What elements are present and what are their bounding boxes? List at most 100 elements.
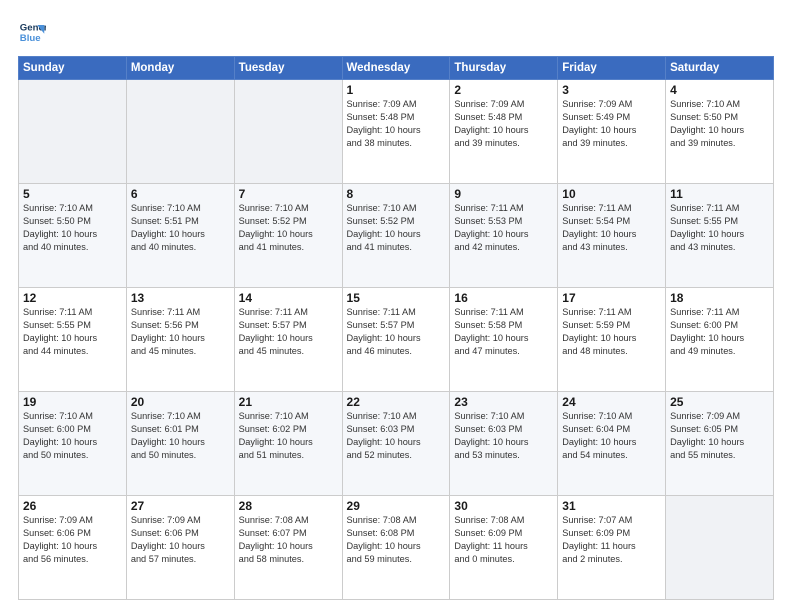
week-row-4: 26Sunrise: 7:09 AM Sunset: 6:06 PM Dayli…: [19, 496, 774, 600]
day-number: 24: [562, 395, 661, 409]
day-info: Sunrise: 7:11 AM Sunset: 5:56 PM Dayligh…: [131, 306, 230, 358]
day-number: 1: [347, 83, 446, 97]
day-info: Sunrise: 7:10 AM Sunset: 6:03 PM Dayligh…: [454, 410, 553, 462]
calendar-cell: 31Sunrise: 7:07 AM Sunset: 6:09 PM Dayli…: [558, 496, 666, 600]
calendar-cell: 14Sunrise: 7:11 AM Sunset: 5:57 PM Dayli…: [234, 288, 342, 392]
calendar-cell: [666, 496, 774, 600]
day-info: Sunrise: 7:10 AM Sunset: 5:50 PM Dayligh…: [670, 98, 769, 150]
day-number: 30: [454, 499, 553, 513]
day-info: Sunrise: 7:08 AM Sunset: 6:08 PM Dayligh…: [347, 514, 446, 566]
week-row-3: 19Sunrise: 7:10 AM Sunset: 6:00 PM Dayli…: [19, 392, 774, 496]
calendar-cell: 11Sunrise: 7:11 AM Sunset: 5:55 PM Dayli…: [666, 184, 774, 288]
day-info: Sunrise: 7:11 AM Sunset: 6:00 PM Dayligh…: [670, 306, 769, 358]
day-number: 11: [670, 187, 769, 201]
calendar-cell: 25Sunrise: 7:09 AM Sunset: 6:05 PM Dayli…: [666, 392, 774, 496]
day-number: 23: [454, 395, 553, 409]
day-info: Sunrise: 7:07 AM Sunset: 6:09 PM Dayligh…: [562, 514, 661, 566]
calendar-cell: [126, 80, 234, 184]
day-number: 22: [347, 395, 446, 409]
day-number: 19: [23, 395, 122, 409]
day-info: Sunrise: 7:09 AM Sunset: 5:49 PM Dayligh…: [562, 98, 661, 150]
day-number: 20: [131, 395, 230, 409]
day-info: Sunrise: 7:10 AM Sunset: 6:02 PM Dayligh…: [239, 410, 338, 462]
calendar-cell: 18Sunrise: 7:11 AM Sunset: 6:00 PM Dayli…: [666, 288, 774, 392]
page: General Blue SundayMondayTuesdayWednesda…: [0, 0, 792, 612]
day-info: Sunrise: 7:11 AM Sunset: 5:57 PM Dayligh…: [347, 306, 446, 358]
weekday-header-sunday: Sunday: [19, 57, 127, 80]
day-number: 18: [670, 291, 769, 305]
calendar-cell: 16Sunrise: 7:11 AM Sunset: 5:58 PM Dayli…: [450, 288, 558, 392]
calendar-cell: 22Sunrise: 7:10 AM Sunset: 6:03 PM Dayli…: [342, 392, 450, 496]
day-info: Sunrise: 7:11 AM Sunset: 5:55 PM Dayligh…: [670, 202, 769, 254]
day-info: Sunrise: 7:10 AM Sunset: 6:04 PM Dayligh…: [562, 410, 661, 462]
calendar-cell: 26Sunrise: 7:09 AM Sunset: 6:06 PM Dayli…: [19, 496, 127, 600]
day-number: 10: [562, 187, 661, 201]
day-number: 16: [454, 291, 553, 305]
week-row-1: 5Sunrise: 7:10 AM Sunset: 5:50 PM Daylig…: [19, 184, 774, 288]
calendar-cell: 6Sunrise: 7:10 AM Sunset: 5:51 PM Daylig…: [126, 184, 234, 288]
day-number: 12: [23, 291, 122, 305]
day-number: 17: [562, 291, 661, 305]
day-number: 31: [562, 499, 661, 513]
calendar-cell: 19Sunrise: 7:10 AM Sunset: 6:00 PM Dayli…: [19, 392, 127, 496]
day-info: Sunrise: 7:10 AM Sunset: 5:50 PM Dayligh…: [23, 202, 122, 254]
calendar-cell: 5Sunrise: 7:10 AM Sunset: 5:50 PM Daylig…: [19, 184, 127, 288]
day-info: Sunrise: 7:09 AM Sunset: 5:48 PM Dayligh…: [454, 98, 553, 150]
day-info: Sunrise: 7:08 AM Sunset: 6:09 PM Dayligh…: [454, 514, 553, 566]
calendar-cell: 23Sunrise: 7:10 AM Sunset: 6:03 PM Dayli…: [450, 392, 558, 496]
day-info: Sunrise: 7:11 AM Sunset: 5:53 PM Dayligh…: [454, 202, 553, 254]
weekday-header-wednesday: Wednesday: [342, 57, 450, 80]
calendar-cell: 29Sunrise: 7:08 AM Sunset: 6:08 PM Dayli…: [342, 496, 450, 600]
day-info: Sunrise: 7:10 AM Sunset: 5:52 PM Dayligh…: [239, 202, 338, 254]
calendar-cell: [19, 80, 127, 184]
weekday-header-tuesday: Tuesday: [234, 57, 342, 80]
logo-icon: General Blue: [18, 18, 46, 46]
calendar-cell: 9Sunrise: 7:11 AM Sunset: 5:53 PM Daylig…: [450, 184, 558, 288]
day-number: 27: [131, 499, 230, 513]
day-info: Sunrise: 7:10 AM Sunset: 5:51 PM Dayligh…: [131, 202, 230, 254]
day-number: 2: [454, 83, 553, 97]
day-number: 29: [347, 499, 446, 513]
day-number: 7: [239, 187, 338, 201]
week-row-2: 12Sunrise: 7:11 AM Sunset: 5:55 PM Dayli…: [19, 288, 774, 392]
day-number: 9: [454, 187, 553, 201]
calendar-cell: 12Sunrise: 7:11 AM Sunset: 5:55 PM Dayli…: [19, 288, 127, 392]
day-info: Sunrise: 7:11 AM Sunset: 5:58 PM Dayligh…: [454, 306, 553, 358]
day-number: 3: [562, 83, 661, 97]
day-number: 15: [347, 291, 446, 305]
weekday-header-friday: Friday: [558, 57, 666, 80]
calendar-cell: 17Sunrise: 7:11 AM Sunset: 5:59 PM Dayli…: [558, 288, 666, 392]
week-row-0: 1Sunrise: 7:09 AM Sunset: 5:48 PM Daylig…: [19, 80, 774, 184]
day-info: Sunrise: 7:11 AM Sunset: 5:54 PM Dayligh…: [562, 202, 661, 254]
calendar-cell: 27Sunrise: 7:09 AM Sunset: 6:06 PM Dayli…: [126, 496, 234, 600]
calendar-cell: 3Sunrise: 7:09 AM Sunset: 5:49 PM Daylig…: [558, 80, 666, 184]
calendar-cell: [234, 80, 342, 184]
calendar-cell: 20Sunrise: 7:10 AM Sunset: 6:01 PM Dayli…: [126, 392, 234, 496]
weekday-header-row: SundayMondayTuesdayWednesdayThursdayFrid…: [19, 57, 774, 80]
weekday-header-monday: Monday: [126, 57, 234, 80]
day-number: 6: [131, 187, 230, 201]
day-info: Sunrise: 7:10 AM Sunset: 5:52 PM Dayligh…: [347, 202, 446, 254]
calendar-cell: 10Sunrise: 7:11 AM Sunset: 5:54 PM Dayli…: [558, 184, 666, 288]
day-number: 4: [670, 83, 769, 97]
weekday-header-thursday: Thursday: [450, 57, 558, 80]
day-info: Sunrise: 7:11 AM Sunset: 5:59 PM Dayligh…: [562, 306, 661, 358]
day-info: Sunrise: 7:08 AM Sunset: 6:07 PM Dayligh…: [239, 514, 338, 566]
calendar-cell: 2Sunrise: 7:09 AM Sunset: 5:48 PM Daylig…: [450, 80, 558, 184]
logo: General Blue: [18, 18, 50, 46]
calendar-cell: 15Sunrise: 7:11 AM Sunset: 5:57 PM Dayli…: [342, 288, 450, 392]
day-info: Sunrise: 7:09 AM Sunset: 6:05 PM Dayligh…: [670, 410, 769, 462]
svg-text:Blue: Blue: [20, 33, 41, 44]
day-info: Sunrise: 7:09 AM Sunset: 6:06 PM Dayligh…: [23, 514, 122, 566]
day-number: 5: [23, 187, 122, 201]
calendar-cell: 13Sunrise: 7:11 AM Sunset: 5:56 PM Dayli…: [126, 288, 234, 392]
day-number: 28: [239, 499, 338, 513]
day-info: Sunrise: 7:10 AM Sunset: 6:00 PM Dayligh…: [23, 410, 122, 462]
calendar-cell: 30Sunrise: 7:08 AM Sunset: 6:09 PM Dayli…: [450, 496, 558, 600]
calendar-cell: 4Sunrise: 7:10 AM Sunset: 5:50 PM Daylig…: [666, 80, 774, 184]
weekday-header-saturday: Saturday: [666, 57, 774, 80]
day-number: 8: [347, 187, 446, 201]
day-info: Sunrise: 7:11 AM Sunset: 5:57 PM Dayligh…: [239, 306, 338, 358]
day-info: Sunrise: 7:09 AM Sunset: 5:48 PM Dayligh…: [347, 98, 446, 150]
day-info: Sunrise: 7:10 AM Sunset: 6:03 PM Dayligh…: [347, 410, 446, 462]
